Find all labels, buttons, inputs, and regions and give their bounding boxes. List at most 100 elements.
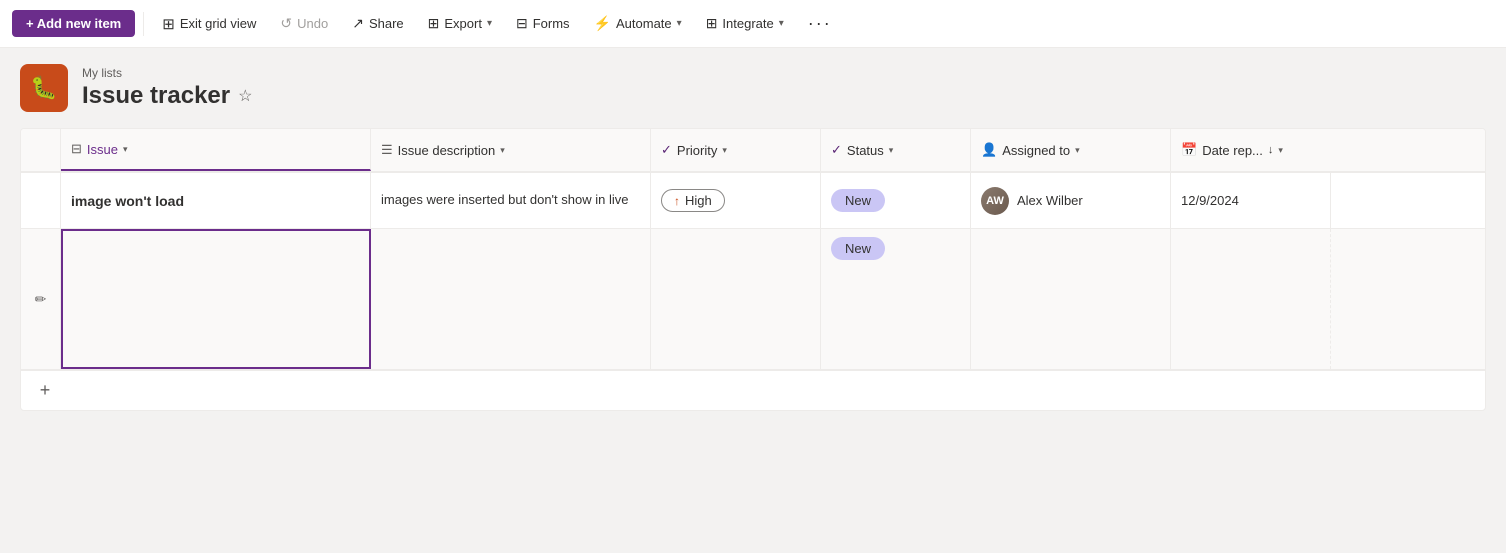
priority-value-1: High bbox=[685, 193, 712, 208]
issue-cell-1[interactable]: image won't load bbox=[61, 173, 371, 228]
priority-col-chevron: ▾ bbox=[722, 145, 727, 156]
col-header-issue[interactable]: ⊟ Issue ▾ bbox=[61, 129, 371, 171]
export-button[interactable]: ⊞ Export ▾ bbox=[418, 10, 502, 37]
assigned-cell-1[interactable]: AW Alex Wilber bbox=[971, 173, 1171, 228]
col-header-row-num bbox=[21, 129, 61, 171]
integrate-button[interactable]: ⊞ Integrate ▾ bbox=[696, 10, 794, 37]
date-sort-icon: ↓ bbox=[1268, 144, 1274, 156]
col-header-expand bbox=[1331, 129, 1361, 171]
desc-col-chevron: ▾ bbox=[500, 145, 505, 156]
page-header: 🐛 My lists Issue tracker ☆ bbox=[20, 64, 1486, 112]
status-badge-1: New bbox=[831, 189, 885, 212]
date-col-icon: 📅 bbox=[1181, 142, 1197, 158]
desc-col-icon: ☰ bbox=[381, 142, 393, 158]
avatar-img-1: AW bbox=[981, 187, 1009, 215]
issue-col-chevron: ▾ bbox=[123, 144, 128, 155]
status-col-icon: ✓ bbox=[831, 142, 842, 158]
breadcrumb: My lists bbox=[82, 66, 252, 80]
issue-col-icon: ⊟ bbox=[71, 141, 82, 157]
new-priority-cell[interactable] bbox=[651, 229, 821, 369]
date-value-1: 12/9/2024 bbox=[1181, 193, 1239, 208]
table-row: image won't load images were inserted bu… bbox=[21, 173, 1485, 229]
col-header-assigned-label: Assigned to bbox=[1002, 143, 1070, 158]
forms-icon: ⊟ bbox=[516, 15, 528, 32]
assigned-col-icon: 👤 bbox=[981, 142, 997, 158]
exit-grid-view-button[interactable]: ⊞ Exit grid view bbox=[152, 10, 266, 38]
page-title-row: Issue tracker ☆ bbox=[82, 82, 252, 110]
forms-button[interactable]: ⊟ Forms bbox=[506, 10, 580, 37]
desc-cell-1[interactable]: images were inserted but don't show in l… bbox=[371, 173, 651, 228]
bug-icon: 🐛 bbox=[30, 75, 57, 101]
assigned-col-chevron: ▾ bbox=[1075, 145, 1080, 156]
export-label: Export bbox=[444, 16, 482, 31]
col-header-date-label: Date rep... bbox=[1202, 143, 1263, 158]
priority-col-icon: ✓ bbox=[661, 142, 672, 158]
grid-container: ⊟ Issue ▾ ☰ Issue description ▾ ✓ Priori… bbox=[20, 128, 1486, 411]
automate-icon: ⚡ bbox=[594, 15, 611, 32]
priority-badge-1: ↑ High bbox=[661, 189, 725, 212]
integrate-chevron: ▾ bbox=[779, 18, 784, 29]
new-desc-cell[interactable] bbox=[371, 229, 651, 369]
col-header-priority-label: Priority bbox=[677, 143, 717, 158]
assignee-1: AW Alex Wilber bbox=[981, 187, 1083, 215]
status-cell-1[interactable]: New bbox=[821, 173, 971, 228]
col-header-assigned[interactable]: 👤 Assigned to ▾ bbox=[971, 129, 1171, 171]
date-cell-1[interactable]: 12/9/2024 bbox=[1171, 173, 1331, 228]
new-status-cell[interactable]: New bbox=[821, 229, 971, 369]
col-header-status[interactable]: ✓ Status ▾ bbox=[821, 129, 971, 171]
share-button[interactable]: ↗ Share bbox=[342, 10, 413, 37]
col-header-date[interactable]: 📅 Date rep... ↓ ▾ bbox=[1171, 129, 1331, 171]
forms-label: Forms bbox=[533, 16, 570, 31]
automate-button[interactable]: ⚡ Automate ▾ bbox=[584, 10, 692, 37]
new-issue-textarea[interactable] bbox=[73, 239, 359, 361]
exit-grid-label: Exit grid view bbox=[180, 16, 257, 31]
expand-cell-1 bbox=[1331, 173, 1361, 228]
new-status-badge: New bbox=[831, 237, 885, 260]
add-row-button[interactable]: + bbox=[31, 377, 59, 405]
avatar-1: AW bbox=[981, 187, 1009, 215]
app-icon: 🐛 bbox=[20, 64, 68, 112]
row-action-col-1 bbox=[21, 173, 61, 228]
export-icon: ⊞ bbox=[428, 15, 440, 32]
integrate-label: Integrate bbox=[722, 16, 773, 31]
toolbar: + Add new item ⊞ Exit grid view ↺ Undo ↗… bbox=[0, 0, 1506, 48]
new-date-cell[interactable] bbox=[1171, 229, 1331, 369]
separator-1 bbox=[143, 12, 144, 36]
undo-label: Undo bbox=[297, 16, 328, 31]
assignee-name-1: Alex Wilber bbox=[1017, 193, 1083, 208]
table-row-new: ✏ New bbox=[21, 229, 1485, 370]
add-row: + bbox=[21, 370, 1485, 410]
issue-value-1: image won't load bbox=[71, 193, 184, 209]
pencil-icon: ✏ bbox=[35, 291, 47, 308]
col-header-description[interactable]: ☰ Issue description ▾ bbox=[371, 129, 651, 171]
date-col-chevron: ▾ bbox=[1278, 145, 1283, 156]
favorite-button[interactable]: ☆ bbox=[238, 86, 252, 106]
undo-button[interactable]: ↺ Undo bbox=[270, 10, 338, 37]
undo-icon: ↺ bbox=[280, 15, 292, 32]
new-assigned-cell[interactable] bbox=[971, 229, 1171, 369]
share-label: Share bbox=[369, 16, 404, 31]
page-title: Issue tracker bbox=[82, 82, 230, 110]
page: 🐛 My lists Issue tracker ☆ ⊟ Issue ▾ ☰ I… bbox=[0, 48, 1506, 411]
new-issue-input-cell[interactable] bbox=[61, 229, 371, 369]
row-edit-icon-col[interactable]: ✏ bbox=[21, 229, 61, 369]
col-header-priority[interactable]: ✓ Priority ▾ bbox=[651, 129, 821, 171]
exit-grid-icon: ⊞ bbox=[162, 15, 175, 33]
status-col-chevron: ▾ bbox=[889, 145, 894, 156]
integrate-icon: ⊞ bbox=[706, 15, 718, 32]
page-title-area: My lists Issue tracker ☆ bbox=[82, 66, 252, 110]
grid-header: ⊟ Issue ▾ ☰ Issue description ▾ ✓ Priori… bbox=[21, 129, 1485, 173]
col-header-issue-label: Issue bbox=[87, 142, 118, 157]
priority-cell-1[interactable]: ↑ High bbox=[651, 173, 821, 228]
automate-label: Automate bbox=[616, 16, 672, 31]
export-chevron: ▾ bbox=[487, 18, 492, 29]
new-expand-cell bbox=[1331, 229, 1361, 369]
desc-value-1: images were inserted but don't show in l… bbox=[381, 191, 628, 209]
automate-chevron: ▾ bbox=[677, 18, 682, 29]
more-options-button[interactable]: ··· bbox=[798, 8, 842, 39]
col-header-status-label: Status bbox=[847, 143, 884, 158]
priority-up-icon: ↑ bbox=[674, 194, 680, 208]
add-new-item-button[interactable]: + Add new item bbox=[12, 10, 135, 37]
share-icon: ↗ bbox=[352, 15, 364, 32]
col-header-desc-label: Issue description bbox=[398, 143, 496, 158]
